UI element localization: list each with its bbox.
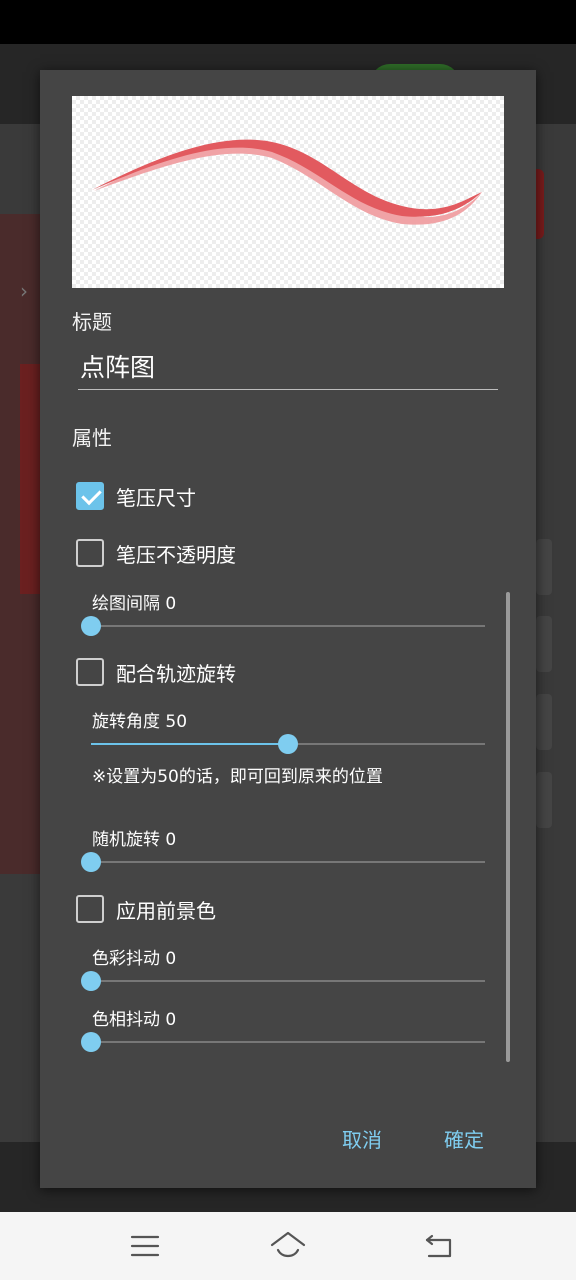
title-input[interactable]: 点阵图 [78, 346, 498, 390]
pressure-opacity-checkbox[interactable] [76, 539, 104, 567]
properties-section-label: 属性 [72, 426, 112, 450]
background-side-button [536, 772, 552, 828]
color-jitter-slider[interactable] [81, 971, 485, 991]
apply-foreground-color-checkbox[interactable] [76, 895, 104, 923]
back-icon[interactable] [422, 1228, 458, 1264]
slider-thumb[interactable] [81, 1032, 101, 1052]
follow-path-rotation-label: 配合轨迹旋转 [116, 661, 236, 686]
menu-icon[interactable] [127, 1228, 163, 1264]
brush-preview [72, 96, 504, 288]
slider-fill [91, 743, 288, 745]
random-rotation-label: 随机旋转 0 [92, 830, 177, 850]
background-side-button [536, 694, 552, 750]
apply-foreground-color-option[interactable]: 应用前景色 [76, 893, 216, 925]
apply-foreground-color-label: 应用前景色 [116, 898, 216, 923]
pressure-opacity-option[interactable]: 笔压不透明度 [76, 537, 236, 569]
chevron-right-icon: › [20, 279, 28, 303]
rotation-note: ※设置为50的话，即可回到原来的位置 [92, 767, 383, 787]
slider-thumb[interactable] [278, 734, 298, 754]
hue-jitter-slider[interactable] [81, 1032, 485, 1052]
status-bar [0, 0, 576, 44]
rotation-angle-slider[interactable] [91, 734, 485, 754]
stroke-main [92, 139, 482, 217]
slider-track [91, 625, 485, 627]
brush-stroke-preview [92, 139, 482, 225]
hue-jitter-label: 色相抖动 0 [92, 1010, 177, 1030]
pressure-size-label: 笔压尺寸 [116, 485, 196, 510]
background-side-button [536, 616, 552, 672]
ok-button[interactable]: 確定 [444, 1124, 484, 1153]
drawing-interval-label: 绘图间隔 0 [92, 594, 177, 614]
background-side-button [536, 539, 552, 595]
brush-settings-dialog: 标题 点阵图 属性 笔压尺寸 笔压不透明度 绘图间隔 0 配合轨迹旋转 旋转角度… [40, 70, 536, 1188]
follow-path-rotation-option[interactable]: 配合轨迹旋转 [76, 656, 236, 688]
dialog-scrollbar[interactable] [506, 592, 510, 1062]
home-icon[interactable] [270, 1228, 306, 1264]
slider-track [91, 980, 485, 982]
slider-thumb[interactable] [81, 616, 101, 636]
cancel-button[interactable]: 取消 [342, 1124, 382, 1153]
follow-path-rotation-checkbox[interactable] [76, 658, 104, 686]
color-jitter-label: 色彩抖动 0 [92, 949, 177, 969]
drawing-interval-slider[interactable] [81, 616, 485, 636]
pressure-size-checkbox[interactable] [76, 482, 104, 510]
slider-thumb[interactable] [81, 852, 101, 872]
random-rotation-slider[interactable] [81, 852, 485, 872]
navigation-bar [0, 1212, 576, 1280]
slider-track [91, 861, 485, 863]
background-layer-thumb [20, 364, 40, 594]
pressure-size-option[interactable]: 笔压尺寸 [76, 480, 196, 512]
rotation-angle-label: 旋转角度 50 [92, 712, 188, 732]
slider-thumb[interactable] [81, 971, 101, 991]
pressure-opacity-label: 笔压不透明度 [116, 542, 236, 567]
slider-track [91, 1041, 485, 1043]
title-section-label: 标题 [72, 310, 112, 334]
